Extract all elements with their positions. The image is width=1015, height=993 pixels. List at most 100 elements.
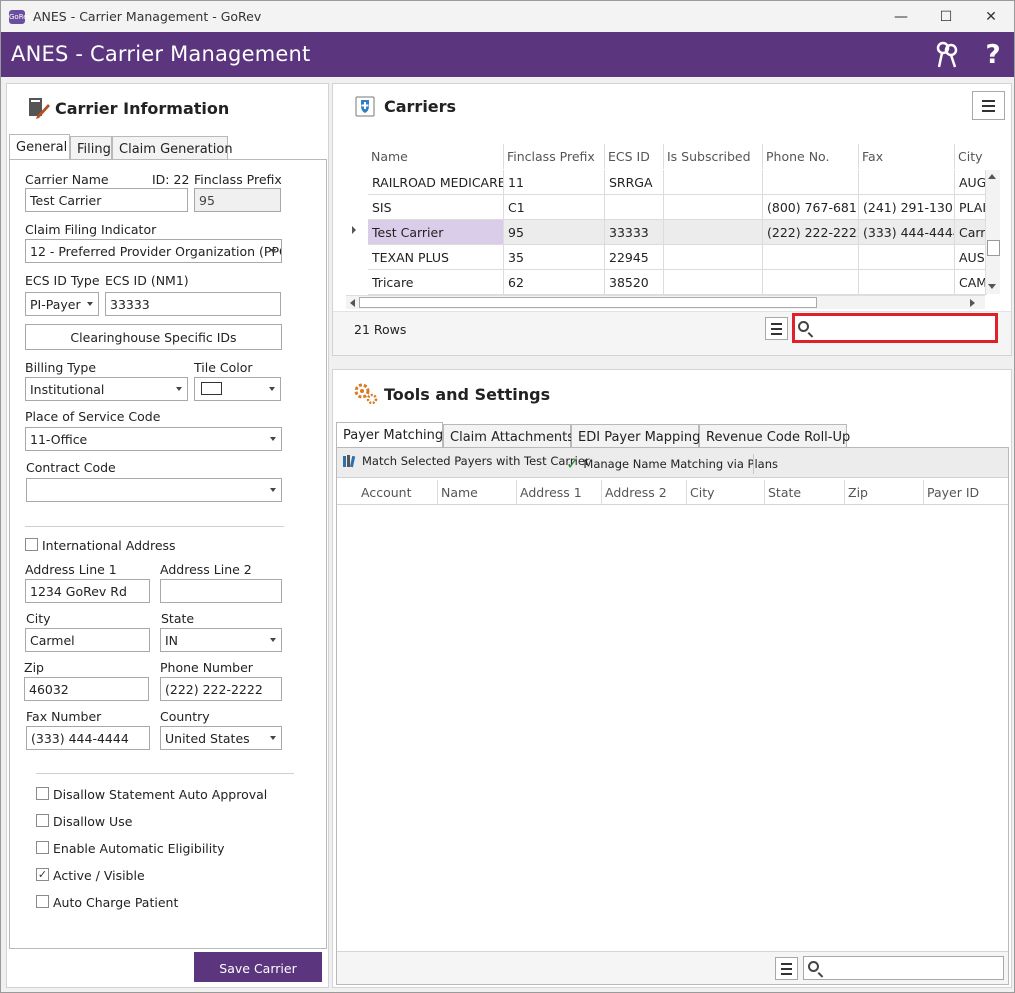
active-visible-checkbox[interactable]: ✓: [36, 868, 49, 881]
horizontal-scrollbar[interactable]: [346, 295, 985, 309]
scroll-thumb[interactable]: [987, 240, 1000, 256]
edit-document-icon: [28, 96, 50, 120]
column-header-name[interactable]: Name: [368, 144, 504, 169]
title-bar: GoRev ANES - Carrier Management - GoRev …: [1, 1, 1014, 32]
city-input[interactable]: Carmel: [25, 628, 150, 652]
save-carrier-button[interactable]: Save Carrier: [194, 952, 322, 982]
row-indicator-icon: [352, 226, 356, 234]
scroll-down-icon[interactable]: [988, 284, 996, 289]
zip-input[interactable]: 46032: [24, 677, 149, 701]
disallow-auto-approval-checkbox[interactable]: [36, 787, 49, 800]
vertical-scrollbar[interactable]: [985, 170, 1000, 294]
tab-filing[interactable]: Filing: [70, 136, 112, 160]
carriers-grid: Name Finclass Prefix ECS ID Is Subscribe…: [346, 144, 1001, 310]
cell-subscribed: [664, 170, 763, 195]
scroll-up-icon[interactable]: [988, 174, 996, 179]
column-header-fax[interactable]: Fax: [859, 144, 955, 169]
fax-input[interactable]: (333) 444-4444: [26, 726, 150, 750]
column-header-address1[interactable]: Address 1: [517, 480, 602, 505]
column-header-subscribed[interactable]: Is Subscribed: [664, 144, 763, 169]
column-header-account[interactable]: Account: [358, 480, 438, 505]
cell-city: PLAI: [955, 195, 987, 220]
app-window: GoRev ANES - Carrier Management - GoRev …: [0, 0, 1015, 993]
carrier-info-panel: Carrier Information General Filing Claim…: [6, 83, 329, 988]
contract-code-select[interactable]: [26, 478, 282, 502]
billing-type-value: Institutional: [30, 382, 105, 397]
window-title: ANES - Carrier Management - GoRev: [33, 9, 262, 24]
disallow-use-checkbox[interactable]: [36, 814, 49, 827]
address2-input[interactable]: [160, 579, 282, 603]
maximize-button[interactable]: ☐: [923, 1, 969, 32]
address1-input[interactable]: 1234 GoRev Rd: [25, 579, 150, 603]
tools-panel: Tools and Settings Payer Matching Claim …: [332, 369, 1012, 988]
ecs-id-input[interactable]: 33333: [105, 292, 281, 316]
close-button[interactable]: ✕: [968, 1, 1014, 32]
active-visible-label: Active / Visible: [53, 868, 145, 883]
country-select[interactable]: United States: [160, 726, 282, 750]
billing-type-select[interactable]: Institutional: [25, 377, 188, 401]
chevron-down-icon: [270, 736, 276, 740]
ecs-id-type-select[interactable]: PI-Payer: [25, 292, 99, 316]
zip-label: Zip: [24, 660, 44, 675]
column-header-address2[interactable]: Address 2: [602, 480, 687, 505]
chevron-down-icon: [270, 638, 276, 642]
cell-city: AUS: [955, 245, 987, 270]
carrier-name-input[interactable]: Test Carrier: [25, 188, 188, 212]
help-icon[interactable]: ?: [978, 40, 1008, 70]
tab-edi-payer-mapping[interactable]: EDI Payer Mapping: [571, 424, 700, 448]
chevron-down-icon: [270, 249, 276, 253]
clearinghouse-ids-button[interactable]: Clearinghouse Specific IDs: [25, 324, 282, 350]
carrier-shield-icon: [353, 94, 377, 118]
cell-ecs-id: SRRGA: [605, 170, 664, 195]
carriers-menu-button[interactable]: [972, 91, 1005, 120]
tab-general[interactable]: General: [9, 134, 70, 160]
enable-eligibility-checkbox[interactable]: [36, 841, 49, 854]
city-label: City: [26, 611, 51, 626]
place-of-service-select[interactable]: 11-Office: [25, 427, 282, 451]
billing-type-label: Billing Type: [25, 360, 97, 375]
match-payers-button[interactable]: Match Selected Payers with Test Carrier: [342, 454, 590, 468]
payer-search-input[interactable]: [803, 956, 1004, 980]
international-address-checkbox[interactable]: [25, 538, 38, 551]
tab-claim-attachments[interactable]: Claim Attachments: [443, 424, 574, 448]
column-header-payer-name[interactable]: Name: [438, 480, 517, 505]
column-header-state[interactable]: State: [765, 480, 845, 505]
cell-ecs-id: 38520: [605, 270, 664, 295]
tab-claim-generation[interactable]: Claim Generation: [112, 136, 233, 160]
column-header-zip[interactable]: Zip: [845, 480, 924, 505]
phone-input[interactable]: (222) 222-2222: [160, 677, 282, 701]
cell-fax: [859, 270, 955, 295]
tab-revenue-code-rollup[interactable]: Revenue Code Roll-Up: [699, 424, 850, 448]
tile-color-swatch: [201, 382, 222, 395]
grid-options-button[interactable]: [765, 317, 788, 340]
column-header-city[interactable]: City: [955, 144, 987, 169]
scroll-right-icon[interactable]: [970, 299, 975, 307]
column-header-city[interactable]: City: [687, 480, 765, 505]
finclass-prefix-input[interactable]: 95: [194, 188, 281, 212]
carrier-search-input[interactable]: [792, 313, 998, 343]
scroll-left-icon[interactable]: [350, 299, 355, 307]
cell-name: Test Carrier: [368, 220, 504, 245]
auto-charge-patient-checkbox[interactable]: [36, 895, 49, 908]
keys-icon[interactable]: [932, 40, 962, 70]
checkmark-icon: ✓: [566, 454, 580, 473]
manage-name-matching-button[interactable]: ✓ Manage Name Matching via Plans: [566, 454, 778, 473]
column-header-payer-id[interactable]: Payer ID: [924, 480, 1004, 505]
cell-name: SIS: [368, 195, 504, 220]
phone-label: Phone Number: [160, 660, 253, 675]
scroll-thumb[interactable]: [359, 297, 817, 308]
cell-city: AUG: [955, 170, 987, 195]
tile-color-select[interactable]: [194, 377, 281, 401]
column-header-phone[interactable]: Phone No.: [763, 144, 859, 169]
payer-grid-options-button[interactable]: [775, 957, 798, 980]
carriers-panel: Carriers Name Finclass Prefix ECS ID Is …: [332, 83, 1012, 356]
claim-filing-indicator-select[interactable]: 12 - Preferred Provider Organization (PP…: [25, 239, 282, 263]
place-of-service-label: Place of Service Code: [25, 409, 161, 424]
cell-city: Carr: [955, 220, 987, 245]
ecs-id-type-value: PI-Payer: [30, 297, 81, 312]
minimize-button[interactable]: —: [878, 1, 924, 32]
state-select[interactable]: IN: [160, 628, 282, 652]
column-header-ecs-id[interactable]: ECS ID: [605, 144, 664, 169]
column-header-finclass[interactable]: Finclass Prefix: [504, 144, 605, 169]
tab-payer-matching[interactable]: Payer Matching: [336, 422, 443, 448]
